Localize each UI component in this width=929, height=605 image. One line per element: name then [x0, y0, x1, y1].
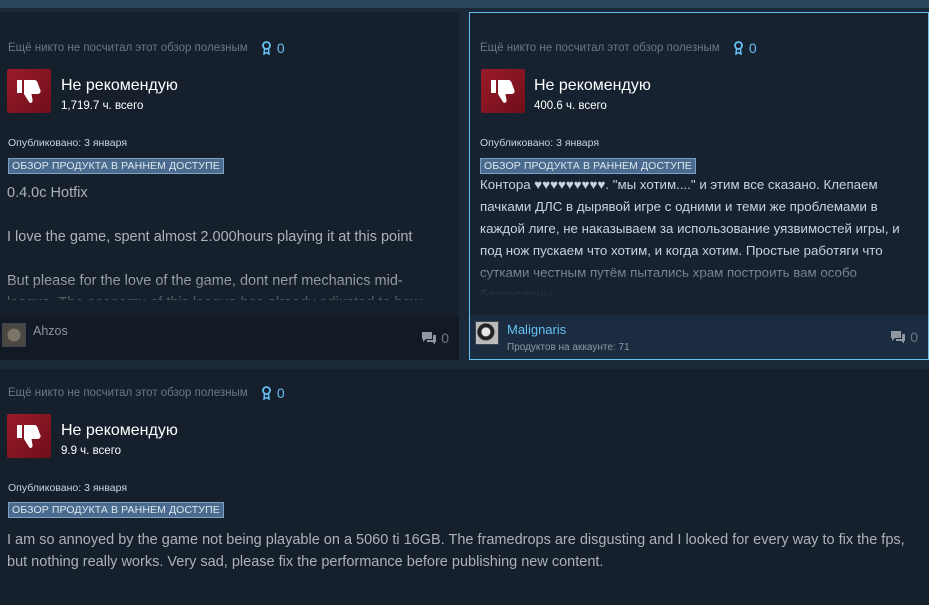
avatar[interactable]	[475, 321, 499, 345]
review-card: Ещё никто не посчитал этот обзор полезны…	[0, 12, 459, 360]
speech-bubble-icon	[891, 331, 906, 344]
playtime: 400.6 ч. всего	[534, 100, 607, 112]
avatar[interactable]	[2, 323, 26, 347]
award-count: 0	[276, 40, 285, 56]
thumbs-down-icon[interactable]	[7, 69, 51, 113]
review-verdict[interactable]: Не рекомендую	[61, 77, 178, 95]
thumbs-down-icon[interactable]	[7, 414, 51, 458]
early-access-badge: ОБЗОР ПРОДУКТА В РАННЕМ ДОСТУПЕ	[480, 158, 696, 174]
posted-date: Опубликовано: 3 января	[8, 137, 128, 149]
author-name[interactable]: Malignaris	[507, 322, 566, 337]
comment-count: 0	[441, 330, 449, 346]
review-verdict[interactable]: Не рекомендую	[61, 422, 178, 440]
early-access-badge: ОБЗОР ПРОДУКТА В РАННЕМ ДОСТУПЕ	[8, 158, 224, 174]
playtime: 9.9 ч. всего	[61, 445, 122, 457]
award-ribbon-icon	[261, 386, 271, 400]
posted-date: Опубликовано: 3 января	[8, 482, 128, 494]
posted-date: Опубликовано: 3 января	[480, 137, 600, 149]
comments-button[interactable]: 0	[890, 329, 918, 345]
award-button[interactable]: 0	[733, 40, 757, 56]
review-footer: Malignaris Продуктов на аккаунте: 71 0	[470, 315, 928, 359]
award-count: 0	[748, 40, 757, 56]
helpful-status: Ещё никто не посчитал этот обзор полезны…	[8, 385, 285, 401]
award-count: 0	[276, 385, 285, 401]
review-footer: Ahzos 0	[0, 316, 459, 360]
award-ribbon-icon	[261, 41, 271, 55]
comments-button[interactable]: 0	[421, 330, 449, 346]
speech-bubble-icon	[422, 332, 437, 345]
review-card: Ещё никто не посчитал этот обзор полезны…	[469, 12, 929, 360]
products-count: Продуктов на аккаунте: 71	[507, 342, 630, 353]
helpful-status: Ещё никто не посчитал этот обзор полезны…	[8, 40, 285, 56]
top-bar	[0, 0, 929, 8]
review-card: Ещё никто не посчитал этот обзор полезны…	[0, 369, 929, 605]
review-verdict[interactable]: Не рекомендую	[534, 77, 651, 95]
award-ribbon-icon	[733, 41, 743, 55]
review-text[interactable]: Контора ♥♥♥♥♥♥♥♥♥. "мы хотим...." и этим…	[480, 174, 900, 296]
author-name[interactable]: Ahzos	[33, 324, 68, 338]
early-access-badge: ОБЗОР ПРОДУКТА В РАННЕМ ДОСТУПЕ	[8, 502, 224, 518]
playtime: 1,719.7 ч. всего	[61, 100, 144, 112]
thumbs-down-icon[interactable]	[481, 69, 525, 113]
award-button[interactable]: 0	[261, 385, 285, 401]
helpful-status: Ещё никто не посчитал этот обзор полезны…	[480, 40, 757, 56]
review-text[interactable]: I am so annoyed by the game not being pl…	[7, 529, 919, 579]
comment-count: 0	[910, 329, 918, 345]
review-text[interactable]: 0.4.0c Hotfix I love the game, spent alm…	[7, 182, 447, 300]
award-button[interactable]: 0	[261, 40, 285, 56]
